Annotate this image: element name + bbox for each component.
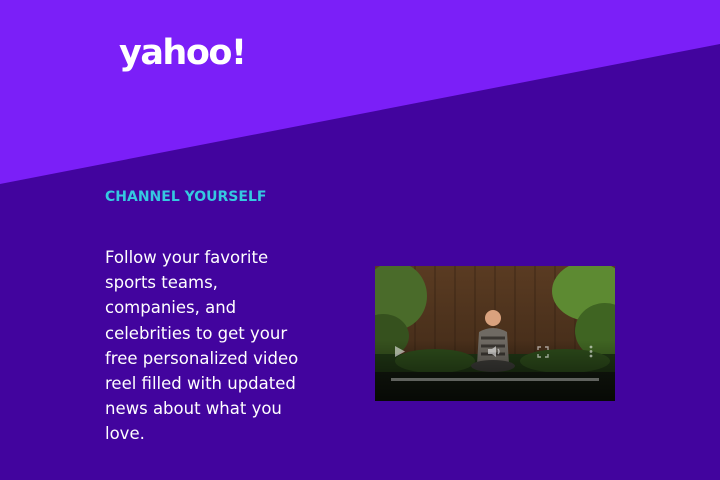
more-options-icon[interactable] <box>589 345 593 358</box>
volume-icon[interactable] <box>487 345 503 358</box>
progress-bar[interactable] <box>391 378 599 381</box>
fullscreen-icon[interactable] <box>537 346 549 358</box>
video-player[interactable] <box>375 266 615 401</box>
yahoo-logo[interactable]: yahoo! <box>119 36 247 71</box>
promo-description: Follow your favorite sports teams, compa… <box>105 248 299 444</box>
section-eyebrow: CHANNEL YOURSELF <box>105 189 267 205</box>
play-icon[interactable] <box>394 345 406 358</box>
